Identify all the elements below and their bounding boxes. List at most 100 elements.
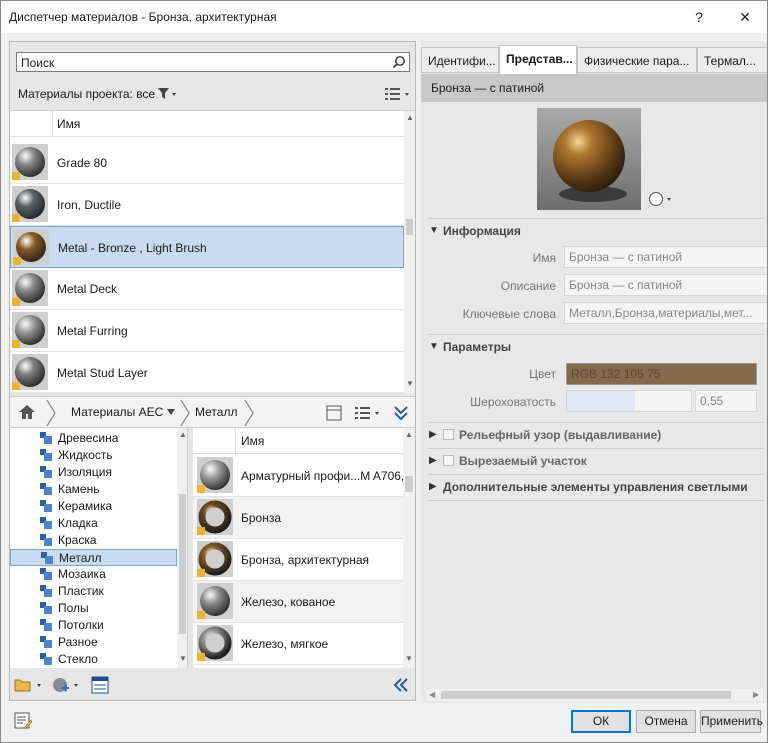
asset-name: Бронза — с патиной — [431, 81, 545, 95]
panel-toggle-icon[interactable] — [326, 405, 342, 421]
material-name: Metal Furring — [57, 324, 128, 338]
tree-item[interactable]: Древесина — [40, 430, 187, 447]
tab-thermal[interactable]: Термал... — [697, 47, 767, 73]
home-icon[interactable] — [18, 404, 36, 420]
library-material-row[interactable]: Железо, мягкое — [193, 623, 403, 665]
search-placeholder: Поиск — [21, 56, 55, 70]
project-materials-label[interactable]: Материалы проекта: все — [18, 87, 155, 101]
create-material-icon[interactable] — [52, 676, 82, 694]
section-cutout[interactable]: ▶ Вырезаемый участок — [427, 448, 763, 472]
info-name-field[interactable]: Бронза — с патиной — [564, 246, 767, 268]
color-label: Цвет — [529, 367, 556, 381]
project-materials-bar: Материалы проекта: все — [10, 82, 415, 108]
section-advanced-controls[interactable]: ▶ Дополнительные элементы управления све… — [427, 474, 763, 498]
tree-item-label: Металл — [59, 551, 102, 565]
tree-item[interactable]: Камень — [40, 481, 187, 498]
color-swatch-field[interactable]: RGB 132 105 75 — [566, 363, 757, 385]
section-parameters-title: Параметры — [443, 340, 512, 354]
library-material-row[interactable]: Бронза, архитектурная — [193, 539, 403, 581]
tree-scrollbar[interactable]: ▲ ▼ — [177, 428, 187, 668]
filter-icon[interactable] — [157, 87, 179, 101]
help-button[interactable]: ? — [677, 1, 721, 33]
info-description-label: Описание — [500, 279, 556, 293]
tab-identity[interactable]: Идентифи... — [421, 47, 499, 73]
info-keywords-field[interactable]: Металл,Бронза,материалы,мет... — [564, 302, 767, 324]
browser-bottom-toolbar — [10, 670, 415, 700]
material-row[interactable]: Iron, Ductile — [10, 184, 404, 226]
tree-item[interactable]: Стекло — [40, 651, 187, 668]
library-list-scrollbar[interactable]: ▲ ▼ — [403, 428, 415, 668]
ok-button[interactable]: ОК — [571, 710, 631, 733]
search-input[interactable]: Поиск — [16, 52, 410, 72]
material-name: Metal Deck — [57, 282, 118, 296]
library-material-thumbnail — [197, 583, 233, 619]
project-list-scrollbar[interactable]: ▲ ▼ — [404, 111, 415, 393]
cancel-button[interactable]: Отмена — [636, 710, 696, 733]
list-header: Имя — [10, 111, 404, 137]
material-editor-toggle-icon[interactable] — [13, 711, 33, 731]
material-row[interactable]: Grade 80 — [10, 142, 404, 184]
relief-checkbox[interactable] — [443, 429, 454, 440]
tree-item[interactable]: Металл — [10, 549, 177, 566]
breadcrumb-separator-icon — [46, 399, 56, 427]
section-relief-pattern[interactable]: ▶ Рельефный узор (выдавливание) — [427, 422, 763, 446]
tree-item[interactable]: Кладка — [40, 515, 187, 532]
open-library-icon[interactable] — [14, 677, 44, 693]
section-cutout-title: Вырезаемый участок — [459, 454, 587, 468]
roughness-value-field[interactable]: 0,55 — [695, 390, 757, 412]
tree-item[interactable]: Пластик — [40, 583, 187, 600]
tree-item[interactable]: Краска — [40, 532, 187, 549]
column-name-header[interactable]: Имя — [57, 117, 80, 131]
roughness-slider[interactable] — [566, 390, 692, 412]
category-icon — [40, 449, 52, 461]
tree-item[interactable]: Потолки — [40, 617, 187, 634]
library-material-thumbnail — [197, 499, 233, 535]
material-editor-pane: Идентифи... Представ... Физические пара.… — [421, 41, 767, 703]
tab-physical[interactable]: Физические пара... — [577, 47, 697, 73]
tree-item[interactable]: Полы — [40, 600, 187, 617]
search-icon[interactable] — [392, 55, 406, 69]
title-bar: Диспетчер материалов - Бронза, архитекту… — [1, 1, 767, 33]
category-icon — [40, 636, 52, 648]
category-icon — [40, 483, 52, 495]
section-parameters[interactable]: ▼ Параметры — [427, 334, 763, 358]
chevron-down-icon[interactable] — [166, 408, 176, 416]
collapse-down-icon[interactable] — [394, 405, 408, 421]
tree-item[interactable]: Жидкость — [40, 447, 187, 464]
breadcrumb-aec[interactable]: Материалы AEC — [71, 405, 163, 419]
collapse-left-icon[interactable] — [393, 678, 409, 692]
library-view-options-icon[interactable] — [354, 406, 382, 420]
section-information[interactable]: ▼ Информация — [427, 218, 763, 242]
apply-button[interactable]: Применить — [700, 710, 763, 733]
library-material-row[interactable]: Бронза — [193, 497, 403, 539]
material-row[interactable]: Metal Stud Layer — [10, 352, 404, 394]
material-row[interactable]: Metal Deck — [10, 268, 404, 310]
library-material-row[interactable]: Железо, кованое — [193, 581, 403, 623]
tree-item[interactable]: Мозаика — [40, 566, 187, 583]
view-options-icon[interactable] — [384, 87, 412, 101]
editor-horizontal-scrollbar[interactable]: ◀ ▶ — [427, 689, 763, 701]
material-name: Metal - Bronze , Light Brush — [58, 241, 207, 255]
tree-item-label: Мозаика — [58, 567, 106, 581]
library-material-name: Железо, мягкое — [241, 637, 329, 651]
tree-item[interactable]: Керамика — [40, 498, 187, 515]
tree-item[interactable]: Разное — [40, 634, 187, 651]
material-row[interactable]: Metal - Bronze , Light Brush — [10, 226, 404, 268]
material-row[interactable]: Metal Furring — [10, 310, 404, 352]
library-material-row[interactable]: Арматурный профи...M A706, — [193, 455, 404, 497]
close-button[interactable]: ✕ — [723, 1, 767, 33]
tab-appearance[interactable]: Представ... — [499, 45, 577, 75]
asset-browser-icon[interactable] — [91, 676, 109, 694]
tree-item-label: Керамика — [58, 499, 113, 513]
section-information-title: Информация — [443, 224, 521, 238]
library-column-name-header[interactable]: Имя — [241, 434, 264, 448]
preview-options-icon[interactable] — [648, 191, 676, 207]
tree-item-label: Изоляция — [58, 465, 112, 479]
breadcrumb-metal[interactable]: Металл — [195, 405, 237, 419]
tree-item[interactable]: Изоляция — [40, 464, 187, 481]
breadcrumb-separator-icon — [180, 399, 190, 427]
window-title: Диспетчер материалов - Бронза, архитекту… — [9, 10, 277, 24]
info-description-field[interactable]: Бронза — с патиной — [564, 274, 767, 296]
library-material-thumbnail — [197, 457, 233, 493]
cutout-checkbox[interactable] — [443, 455, 454, 466]
